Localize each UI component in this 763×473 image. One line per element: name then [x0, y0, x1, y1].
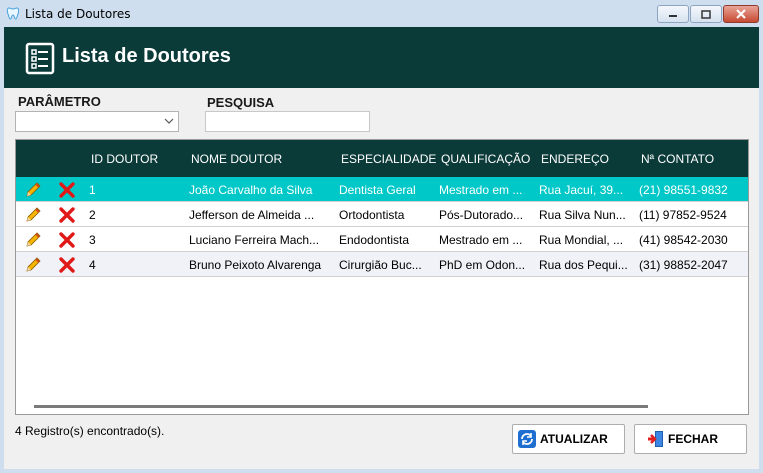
cell-id: 2: [89, 208, 96, 222]
parameter-select[interactable]: [15, 111, 179, 132]
column-header-id[interactable]: ID DOUTOR: [91, 152, 158, 166]
pencil-icon[interactable]: [24, 256, 42, 274]
table-row[interactable]: 1 João Carvalho da Silva Dentista Geral …: [16, 177, 748, 202]
exit-door-icon: [648, 431, 663, 447]
table-row[interactable]: 2 Jefferson de Almeida ... Ortodontista …: [16, 202, 748, 227]
cell-especialidade: Cirurgião Buc...: [339, 258, 422, 272]
column-header-endereco[interactable]: ENDEREÇO: [541, 152, 609, 166]
cell-endereco: Rua dos Pequi...: [539, 258, 628, 272]
pencil-icon[interactable]: [24, 206, 42, 224]
column-header-nome[interactable]: NOME DOUTOR: [191, 152, 282, 166]
window-titlebar: Lista de Doutores: [0, 0, 763, 27]
cell-id: 4: [89, 258, 96, 272]
refresh-button[interactable]: ATUALIZAR: [512, 424, 625, 454]
list-icon: [25, 42, 55, 75]
pencil-icon[interactable]: [24, 231, 42, 249]
restore-icon: [701, 9, 711, 19]
cell-endereco: Rua Mondial, ...: [539, 233, 624, 247]
cell-qualificacao: PhD em Odon...: [439, 258, 526, 272]
column-header-contato[interactable]: Nª CONTATO: [641, 152, 714, 166]
horizontal-scrollbar[interactable]: [34, 405, 648, 408]
cell-nome: Jefferson de Almeida ...: [189, 208, 315, 222]
parameter-label: PARÂMETRO: [18, 94, 101, 109]
search-input[interactable]: [205, 111, 370, 132]
column-header-qualificacao[interactable]: QUALIFICAÇÃO: [441, 152, 530, 166]
close-window-button[interactable]: [723, 5, 759, 23]
refresh-button-label: ATUALIZAR: [540, 432, 608, 446]
tooth-icon: [6, 7, 20, 20]
column-header-especialidade[interactable]: ESPECIALIDADE: [341, 152, 436, 166]
table-row[interactable]: 3 Luciano Ferreira Mach... Endodontista …: [16, 227, 748, 252]
cell-especialidade: Ortodontista: [339, 208, 405, 222]
x-delete-icon[interactable]: [58, 256, 76, 274]
close-button-label: FECHAR: [668, 432, 718, 446]
cell-qualificacao: Mestrado em ...: [439, 183, 523, 197]
cell-contato: (11) 97852-9524: [639, 208, 727, 222]
page-header: Lista de Doutores: [4, 27, 759, 88]
minimize-button[interactable]: [657, 5, 689, 23]
table-row[interactable]: 4 Bruno Peixoto Alvarenga Cirurgião Buc.…: [16, 252, 748, 277]
search-label: PESQUISA: [207, 95, 275, 110]
close-button[interactable]: FECHAR: [634, 424, 747, 454]
records-count-status: 4 Registro(s) encontrado(s).: [15, 424, 165, 438]
cell-especialidade: Dentista Geral: [339, 183, 416, 197]
window-title: Lista de Doutores: [25, 7, 131, 21]
cell-qualificacao: Mestrado em ...: [439, 233, 523, 247]
cell-qualificacao: Pós-Dutorado...: [439, 208, 524, 222]
cell-id: 1: [89, 183, 96, 197]
cell-endereco: Rua Silva Nun...: [539, 208, 626, 222]
page-title: Lista de Doutores: [62, 45, 231, 67]
close-icon: [736, 9, 746, 19]
minimize-icon: [669, 15, 677, 17]
maximize-button[interactable]: [690, 5, 722, 23]
cell-especialidade: Endodontista: [339, 233, 410, 247]
x-delete-icon[interactable]: [58, 231, 76, 249]
x-delete-icon[interactable]: [58, 181, 76, 199]
cell-nome: João Carvalho da Silva: [189, 183, 313, 197]
cell-nome: Luciano Ferreira Mach...: [189, 233, 320, 247]
cell-endereco: Rua Jacuí, 39...: [539, 183, 624, 197]
pencil-icon[interactable]: [24, 181, 42, 199]
x-delete-icon[interactable]: [58, 206, 76, 224]
doctors-table[interactable]: ID DOUTOR NOME DOUTOR ESPECIALIDADE QUAL…: [15, 139, 749, 415]
chevron-down-icon: [164, 118, 174, 124]
cell-id: 3: [89, 233, 96, 247]
cell-contato: (31) 98852-2047: [639, 258, 728, 272]
cell-nome: Bruno Peixoto Alvarenga: [189, 258, 322, 272]
cell-contato: (21) 98551-9832: [639, 183, 728, 197]
cell-contato: (41) 98542-2030: [639, 233, 728, 247]
refresh-icon: [518, 430, 536, 448]
window-client-area: Lista de Doutores PARÂMETRO PESQUISA ID …: [4, 27, 759, 469]
table-header: ID DOUTOR NOME DOUTOR ESPECIALIDADE QUAL…: [16, 140, 748, 177]
